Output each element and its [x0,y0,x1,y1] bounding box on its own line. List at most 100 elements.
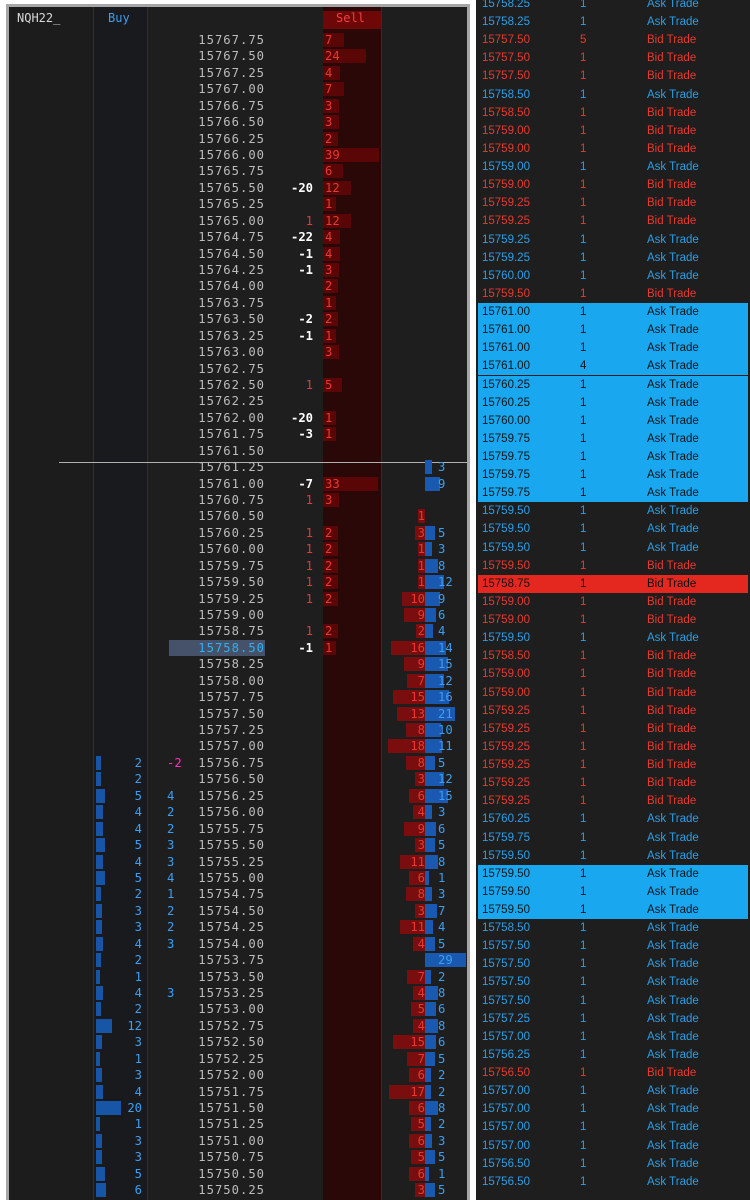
trade-row[interactable]: 15756.50 1 Ask Trade [478,1155,748,1173]
trade-row[interactable]: 15758.50 1 Bid Trade [478,647,748,665]
ladder-row[interactable]: 15766.00 39 [9,147,467,163]
ladder-row[interactable]: 15765.75 6 [9,163,467,179]
trade-row[interactable]: 15761.00 1 Ask Trade [478,339,748,358]
ladder-row[interactable]: 15760.50 1 [9,508,467,524]
ladder-row[interactable]: 15753.25 4 3 4 8 [9,985,467,1001]
trade-row[interactable]: 15758.75 1 Bid Trade [478,574,748,593]
trade-row[interactable]: 15759.00 1 Bid Trade [478,593,748,611]
ladder-row[interactable]: 15753.50 1 7 2 [9,969,467,985]
trade-row[interactable]: 15759.25 1 Ask Trade [478,249,748,267]
ladder-row[interactable]: 15765.00 1 12 [9,213,467,229]
ladder-row[interactable]: 15758.50 -1 1 16 14 [9,639,467,656]
trade-row[interactable]: 15758.50 1 Ask Trade [478,919,748,937]
trade-row[interactable]: 15757.50 1 Ask Trade [478,955,748,973]
ladder-row[interactable]: 15751.75 4 17 2 [9,1084,467,1100]
ladder-row[interactable]: 15764.00 2 [9,278,467,294]
ladder-row[interactable]: 15764.50 -1 4 [9,246,467,262]
trade-row[interactable]: 15758.25 1 Ask Trade [478,13,748,31]
trade-row[interactable]: 15757.50 1 Bid Trade [478,49,748,67]
ladder-row[interactable]: 15762.50 1 5 [9,377,467,393]
ladder-row[interactable]: 15755.25 4 3 11 8 [9,854,467,870]
trade-row[interactable]: 15761.00 1 Ask Trade [478,321,748,340]
ladder-row[interactable]: 15752.50 3 15 6 [9,1034,467,1050]
trade-row[interactable]: 15759.25 1 Bid Trade [478,738,748,756]
trade-row[interactable]: 15760.00 1 Ask Trade [478,411,748,430]
ladder-row[interactable]: 15757.25 8 10 [9,722,467,738]
trade-row[interactable]: 15759.00 1 Bid Trade [478,665,748,683]
ladder-row[interactable]: 15750.25 6 3 5 [9,1182,467,1198]
ladder-row[interactable]: 15757.00 18 11 [9,738,467,754]
ladder-row[interactable]: 15751.00 3 6 3 [9,1133,467,1149]
trade-row[interactable]: 15759.50 1 Bid Trade [478,557,748,575]
trade-row[interactable]: 15759.25 1 Ask Trade [478,231,748,249]
trade-row[interactable]: 15757.25 1 Ask Trade [478,1010,748,1028]
trade-row[interactable]: 15760.25 1 Ask Trade [478,375,748,394]
ladder-row[interactable]: 15755.50 5 3 3 5 [9,837,467,853]
ladder-row[interactable]: 15754.50 3 2 3 7 [9,903,467,919]
trade-row[interactable]: 15759.25 1 Bid Trade [478,212,748,230]
trade-row[interactable]: 15757.50 5 Bid Trade [478,31,748,49]
trade-row[interactable]: 15757.00 1 Ask Trade [478,1118,748,1136]
ladder-row[interactable]: 15754.75 2 1 8 3 [9,886,467,902]
ladder-row[interactable]: 15753.00 2 5 6 [9,1001,467,1017]
ladder-row[interactable]: 15765.25 1 [9,196,467,212]
price-ladder[interactable]: NQH22_ Buy Sell 15767.75 7 15767.50 24 15767… [6,4,470,1200]
ladder-row[interactable]: 15763.25 -1 1 [9,328,467,344]
ladder-row[interactable]: 15756.50 2 3 12 [9,771,467,787]
trade-row[interactable]: 15759.50 1 Ask Trade [478,539,748,557]
trade-row[interactable]: 15757.00 1 Ask Trade [478,1137,748,1155]
trade-row[interactable]: 15759.00 1 Bid Trade [478,684,748,702]
ladder-row[interactable]: 15759.75 1 2 1 8 [9,558,467,574]
trade-row[interactable]: 15759.25 1 Bid Trade [478,194,748,212]
ladder-row[interactable]: 15766.50 3 [9,114,467,130]
ladder-row[interactable]: 15758.25 9 15 [9,656,467,672]
ladder-row[interactable]: 15752.00 3 6 2 [9,1067,467,1083]
ladder-row[interactable]: 15755.75 4 2 9 6 [9,821,467,837]
trade-row[interactable]: 15760.25 1 Ask Trade [478,810,748,828]
trade-row[interactable]: 15756.25 1 Ask Trade [478,1046,748,1064]
trade-row[interactable]: 15759.00 1 Bid Trade [478,140,748,158]
trade-row[interactable]: 15759.75 1 Ask Trade [478,829,748,847]
trade-row[interactable]: 15756.50 1 Ask Trade [478,1173,748,1191]
ladder-row[interactable]: 15760.00 1 2 1 3 [9,541,467,557]
trade-row[interactable]: 15759.50 1 Ask Trade [478,901,748,920]
trade-row[interactable]: 15760.25 1 Ask Trade [478,393,748,412]
ladder-row[interactable]: 15767.25 4 [9,65,467,81]
buy-header[interactable]: Buy [108,11,130,25]
trade-row[interactable]: 15759.50 1 Ask Trade [478,882,748,901]
ladder-row[interactable]: 15760.75 1 3 [9,492,467,508]
ladder-row[interactable]: 15753.75 2 29 [9,952,467,968]
ladder-row[interactable]: 15759.50 1 2 1 12 [9,574,467,590]
ladder-row[interactable]: 15754.25 3 2 11 4 [9,919,467,935]
trade-row[interactable]: 15759.25 1 Bid Trade [478,774,748,792]
ladder-row[interactable]: 15765.50 -20 12 [9,180,467,196]
trade-row[interactable]: 15758.50 1 Ask Trade [478,86,748,104]
ladder-row[interactable]: 15762.75 [9,361,467,377]
trade-row[interactable]: 15759.50 1 Ask Trade [478,864,748,883]
ladder-row[interactable]: 15752.75 12 4 8 [9,1018,467,1034]
ladder-row[interactable]: 15759.00 9 6 [9,607,467,623]
trade-row[interactable]: 15761.00 4 Ask Trade [478,357,748,376]
ladder-row[interactable]: 15763.00 3 [9,344,467,360]
trade-row[interactable]: 15759.75 1 Ask Trade [478,429,748,448]
time-and-sales[interactable]: 15758.25 1 Ask Trade 15758.25 1 Ask Trade 1575… [476,0,750,1200]
trade-row[interactable]: 15756.50 1 Bid Trade [478,1064,748,1082]
ladder-row[interactable]: 15756.75 2 -2 8 5 [9,755,467,771]
trade-row[interactable]: 15759.50 1 Ask Trade [478,520,748,538]
trade-row[interactable]: 15757.50 1 Ask Trade [478,973,748,991]
trade-row[interactable]: 15757.50 1 Ask Trade [478,992,748,1010]
trade-row[interactable]: 15759.00 1 Bid Trade [478,611,748,629]
trade-row[interactable]: 15759.25 1 Bid Trade [478,792,748,810]
ladder-row[interactable]: 15763.75 1 [9,295,467,311]
trade-row[interactable]: 15760.00 1 Ask Trade [478,267,748,285]
trade-row[interactable]: 15759.75 1 Ask Trade [478,484,748,503]
trade-row[interactable]: 15759.50 1 Bid Trade [478,285,748,303]
trade-row[interactable]: 15759.00 1 Bid Trade [478,176,748,194]
ladder-row[interactable]: 15755.00 5 4 6 1 [9,870,467,886]
trade-row[interactable]: 15759.50 1 Ask Trade [478,847,748,865]
ladder-row[interactable]: 15767.75 7 [9,32,467,48]
ladder-row[interactable]: 15761.25 3 [9,459,467,475]
trade-row[interactable]: 15761.00 1 Ask Trade [478,303,748,322]
ladder-row[interactable]: 15757.75 15 16 [9,689,467,705]
trade-row[interactable]: 15757.00 1 Ask Trade [478,1028,748,1046]
